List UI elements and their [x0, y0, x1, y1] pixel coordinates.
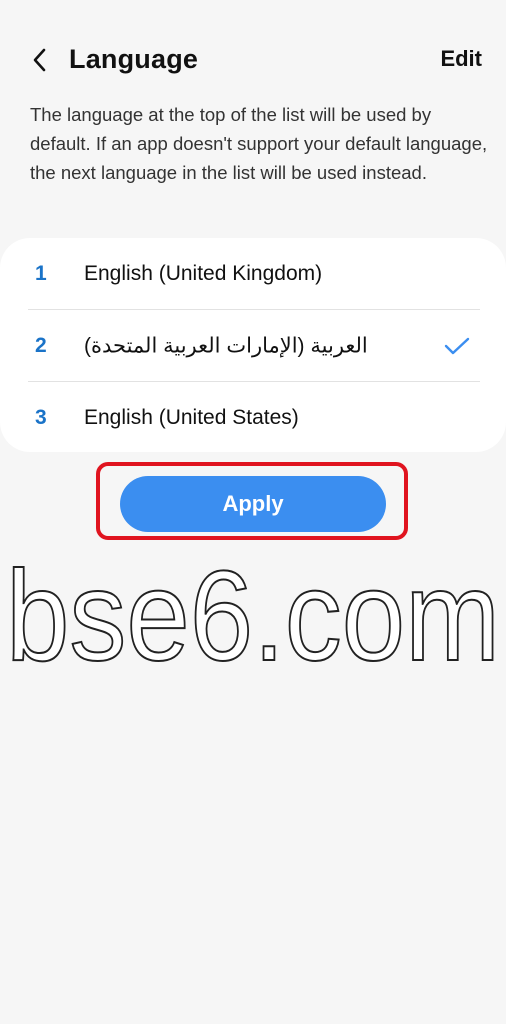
description-text: The language at the top of the list will… — [30, 104, 488, 183]
language-settings-screen: Language Edit The language at the top of… — [0, 0, 506, 1024]
language-name: English (United States) — [84, 405, 299, 429]
edit-button[interactable]: Edit — [440, 46, 482, 72]
header: Language Edit — [0, 36, 506, 86]
language-item-1[interactable]: 1 English (United Kingdom) — [0, 238, 506, 309]
language-number: 2 — [35, 333, 47, 357]
apply-button[interactable]: Apply — [120, 476, 386, 532]
page-title: Language — [69, 44, 199, 74]
back-button[interactable] — [22, 42, 58, 78]
language-number: 3 — [35, 405, 47, 429]
language-item-3[interactable]: 3 English (United States) — [0, 382, 506, 453]
language-list: 1 English (United Kingdom) 2 العربية (ال… — [0, 238, 506, 452]
language-item-2[interactable]: 2 العربية (الإمارات العربية المتحدة) — [0, 310, 506, 381]
chevron-left-icon — [33, 48, 46, 72]
language-name: English (United Kingdom) — [84, 261, 323, 285]
language-name: العربية (الإمارات العربية المتحدة) — [84, 334, 368, 357]
watermark-logo: bse6.com — [0, 548, 506, 678]
watermark-text: bse6.com — [6, 548, 500, 678]
check-icon — [444, 337, 470, 354]
language-number: 1 — [35, 261, 47, 285]
